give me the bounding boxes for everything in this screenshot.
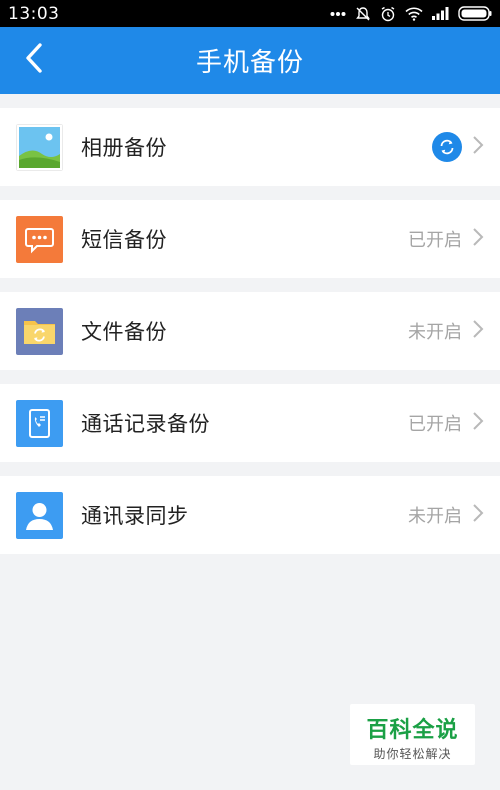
row-label: 通话记录备份 bbox=[81, 412, 210, 436]
row-right: 已开启 bbox=[408, 410, 484, 436]
backup-list: 相册备份 短信备份 已开启 文件备份 未开启 通话记录备份 已开启 通讯录同步 … bbox=[0, 94, 500, 554]
contacts-icon bbox=[16, 492, 63, 539]
row-status: 已开启 bbox=[408, 414, 462, 435]
row-label: 文件备份 bbox=[81, 320, 167, 344]
watermark-logo: 百科全说 助你轻松解决 bbox=[350, 704, 475, 765]
row-label: 短信备份 bbox=[81, 228, 167, 252]
row-right: 已开启 bbox=[408, 226, 484, 252]
row-status: 未开启 bbox=[408, 322, 462, 343]
row-right: 未开启 bbox=[408, 318, 484, 344]
more-dots-icon bbox=[330, 11, 346, 17]
status-icons bbox=[330, 6, 492, 22]
page-title: 手机备份 bbox=[195, 48, 304, 78]
wifi-icon bbox=[405, 7, 423, 21]
back-arrow-icon bbox=[24, 42, 44, 78]
watermark-title: 百科全说 bbox=[366, 718, 459, 743]
signal-icon bbox=[432, 7, 449, 20]
row-status: 已开启 bbox=[408, 230, 462, 251]
title-bar: 手机备份 bbox=[0, 27, 500, 94]
call-log-icon bbox=[16, 400, 63, 447]
back-button[interactable] bbox=[14, 39, 54, 81]
folder-sync-icon bbox=[16, 308, 63, 355]
chevron-right-icon bbox=[472, 135, 484, 159]
battery-icon bbox=[458, 6, 492, 21]
chevron-right-icon bbox=[472, 503, 484, 527]
row-sms-backup[interactable]: 短信备份 已开启 bbox=[0, 200, 500, 278]
row-right bbox=[432, 132, 484, 162]
watermark-subtitle: 助你轻松解决 bbox=[373, 747, 452, 761]
row-status: 未开启 bbox=[408, 506, 462, 527]
photo-album-icon bbox=[16, 124, 63, 171]
status-bar: 13:03 bbox=[0, 0, 500, 27]
alarm-icon bbox=[380, 6, 396, 22]
row-call-log-backup[interactable]: 通话记录备份 已开启 bbox=[0, 384, 500, 462]
chevron-right-icon bbox=[472, 411, 484, 435]
status-time: 13:03 bbox=[8, 3, 60, 24]
mute-icon bbox=[355, 6, 371, 22]
chevron-right-icon bbox=[472, 319, 484, 343]
row-right: 未开启 bbox=[408, 502, 484, 528]
row-photo-backup[interactable]: 相册备份 bbox=[0, 108, 500, 186]
row-file-backup[interactable]: 文件备份 未开启 bbox=[0, 292, 500, 370]
row-label: 通讯录同步 bbox=[81, 504, 189, 528]
row-contacts-sync[interactable]: 通讯录同步 未开启 bbox=[0, 476, 500, 554]
row-label: 相册备份 bbox=[81, 136, 167, 160]
sms-icon bbox=[16, 216, 63, 263]
sync-icon bbox=[432, 132, 462, 162]
chevron-right-icon bbox=[472, 227, 484, 251]
